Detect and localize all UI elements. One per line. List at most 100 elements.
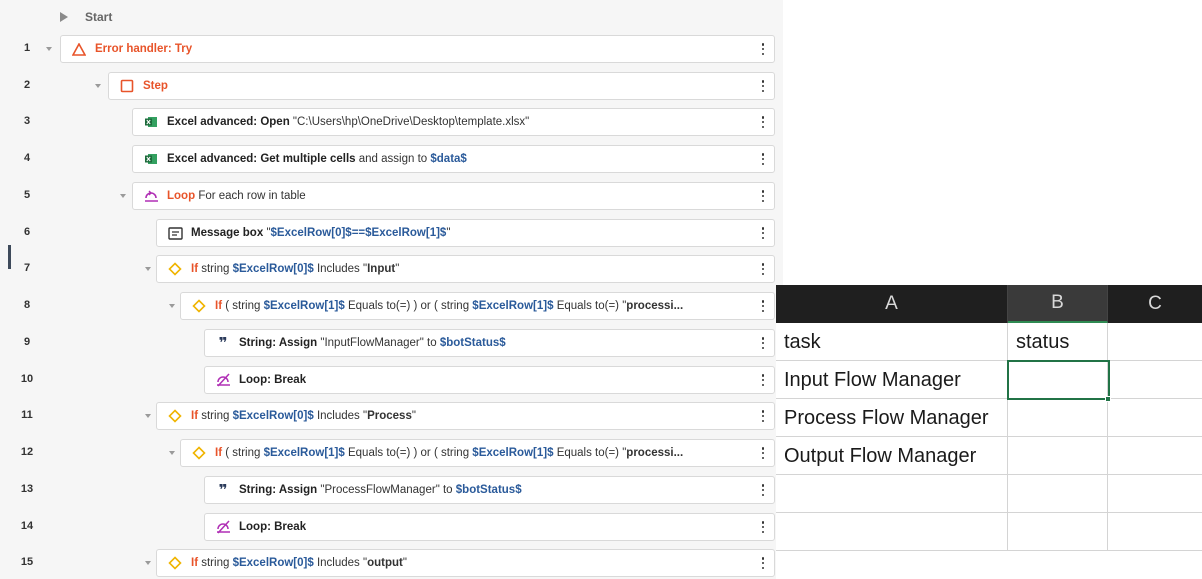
cell-b1[interactable]: status xyxy=(1008,323,1108,361)
cell-c4[interactable] xyxy=(1108,437,1202,475)
more-options-icon[interactable] xyxy=(758,445,768,461)
action-card-excel-open[interactable]: Excel advanced: Open "C:\Users\hp\OneDri… xyxy=(132,108,775,136)
action-card-if[interactable]: If ( string $ExcelRow[1]$ Equals to(=) )… xyxy=(180,292,775,320)
cell-a3[interactable]: Process Flow Manager xyxy=(776,399,1008,437)
flow-row-1[interactable]: 1 Error handler: Try xyxy=(0,35,783,63)
more-options-icon[interactable] xyxy=(758,114,768,130)
flow-row-12[interactable]: 12 If ( string $ExcelRow[1]$ Equals to(=… xyxy=(0,439,783,467)
more-options-icon[interactable] xyxy=(758,555,768,571)
literal-value: ProcessFlowManager xyxy=(324,484,436,496)
loop-break-icon xyxy=(215,372,231,388)
action-text: Includes xyxy=(316,410,360,422)
action-text: Equals to(=) ) or ( string xyxy=(347,300,470,312)
excel-spreadsheet: A B C task status Input Flow Manager Pro… xyxy=(776,285,1202,579)
more-options-icon[interactable] xyxy=(758,408,768,424)
flow-row-10[interactable]: 10 Loop: Break xyxy=(0,366,783,394)
more-options-icon[interactable] xyxy=(758,519,768,535)
action-card-excel-get-cells[interactable]: Excel advanced: Get multiple cells and a… xyxy=(132,145,775,173)
more-options-icon[interactable] xyxy=(758,151,768,167)
flow-row-14[interactable]: 14 Loop: Break xyxy=(0,513,783,541)
cell-b4[interactable] xyxy=(1008,437,1108,475)
cell-b3[interactable] xyxy=(1008,399,1108,437)
flow-row-13[interactable]: 13 ❞ String: Assign "ProcessFlowManager"… xyxy=(0,476,783,504)
cell-c5[interactable] xyxy=(1108,475,1202,513)
fill-handle[interactable] xyxy=(1105,396,1111,402)
active-cell-outline xyxy=(1007,360,1110,400)
cell-a4[interactable]: Output Flow Manager xyxy=(776,437,1008,475)
action-card-string-assign[interactable]: ❞ String: Assign "ProcessFlowManager" to… xyxy=(204,476,775,504)
column-header-a[interactable]: A xyxy=(776,285,1008,323)
cell-c2[interactable] xyxy=(1108,361,1202,399)
action-text: ( string xyxy=(225,447,261,459)
collapse-chevron-icon[interactable] xyxy=(145,561,151,565)
screenshot-root: Start 1 Error handler: Try 2 Step 3 Exce… xyxy=(0,0,1202,579)
collapse-chevron-icon[interactable] xyxy=(120,194,126,198)
flow-row-2[interactable]: 2 Step xyxy=(0,72,783,100)
action-text: For each row in table xyxy=(198,190,306,202)
line-number: 11 xyxy=(21,409,33,421)
more-options-icon[interactable] xyxy=(758,188,768,204)
more-options-icon[interactable] xyxy=(758,482,768,498)
cell-c1[interactable] xyxy=(1108,323,1202,361)
message-box-icon xyxy=(167,225,183,241)
collapse-chevron-icon[interactable] xyxy=(95,84,101,88)
action-card-error-handler[interactable]: Error handler: Try xyxy=(60,35,775,63)
more-options-icon[interactable] xyxy=(758,298,768,314)
sheet-row: Process Flow Manager xyxy=(776,399,1202,437)
play-icon xyxy=(60,12,68,22)
flow-row-6[interactable]: 6 Message box "$ExcelRow[0]$==$ExcelRow[… xyxy=(0,219,783,247)
flow-row-4[interactable]: 4 Excel advanced: Get multiple cells and… xyxy=(0,145,783,173)
collapse-chevron-icon[interactable] xyxy=(169,451,175,455)
sheet-row xyxy=(776,513,1202,551)
action-keyword: Loop: Break xyxy=(239,521,307,533)
action-card-message-box[interactable]: Message box "$ExcelRow[0]$==$ExcelRow[1]… xyxy=(156,219,775,247)
action-card-loop-break[interactable]: Loop: Break xyxy=(204,513,775,541)
line-number: 2 xyxy=(23,79,31,91)
excel-icon xyxy=(143,114,159,130)
flow-row-15[interactable]: 15 If string $ExcelRow[0]$ Includes "out… xyxy=(0,549,783,577)
action-card-if[interactable]: If string $ExcelRow[0]$ Includes "output… xyxy=(156,549,775,577)
line-number: 10 xyxy=(20,373,34,385)
more-options-icon[interactable] xyxy=(758,335,768,351)
flow-row-3[interactable]: 3 Excel advanced: Open "C:\Users\hp\OneD… xyxy=(0,108,783,136)
column-header-b[interactable]: B xyxy=(1008,285,1108,323)
action-card-if[interactable]: If ( string $ExcelRow[1]$ Equals to(=) )… xyxy=(180,439,775,467)
more-options-icon[interactable] xyxy=(758,225,768,241)
action-card-if[interactable]: If string $ExcelRow[0]$ Includes "Proces… xyxy=(156,402,775,430)
excel-icon xyxy=(143,151,159,167)
more-options-icon[interactable] xyxy=(758,372,768,388)
cell-b5[interactable] xyxy=(1008,475,1108,513)
collapse-chevron-icon[interactable] xyxy=(46,47,52,51)
cell-a6[interactable] xyxy=(776,513,1008,551)
literal-value: processi... xyxy=(626,447,684,459)
line-number: 8 xyxy=(23,299,31,311)
cell-a5[interactable] xyxy=(776,475,1008,513)
action-card-loop[interactable]: Loop For each row in table xyxy=(132,182,775,210)
collapse-chevron-icon[interactable] xyxy=(169,304,175,308)
cell-a1[interactable]: task xyxy=(776,323,1008,361)
variable-token: $ExcelRow[0]$==$ExcelRow[1]$ xyxy=(270,227,447,239)
flow-row-8[interactable]: 8 If ( string $ExcelRow[1]$ Equals to(=)… xyxy=(0,292,783,320)
cell-a2[interactable]: Input Flow Manager xyxy=(776,361,1008,399)
flow-row-11[interactable]: 11 If string $ExcelRow[0]$ Includes "Pro… xyxy=(0,402,783,430)
if-diamond-icon xyxy=(167,408,183,424)
variable-token: $data$ xyxy=(430,153,467,165)
flow-row-9[interactable]: 9 ❞ String: Assign "InputFlowManager" to… xyxy=(0,329,783,357)
start-node[interactable]: Start xyxy=(60,6,112,28)
cell-c6[interactable] xyxy=(1108,513,1202,551)
cell-b6[interactable] xyxy=(1008,513,1108,551)
more-options-icon[interactable] xyxy=(758,261,768,277)
cell-c3[interactable] xyxy=(1108,399,1202,437)
action-card-if[interactable]: If string $ExcelRow[0]$ Includes "Input" xyxy=(156,255,775,283)
column-header-bar: A B C xyxy=(776,285,1202,323)
collapse-chevron-icon[interactable] xyxy=(145,267,151,271)
flow-row-7[interactable]: 7 If string $ExcelRow[0]$ Includes "Inpu… xyxy=(0,255,783,283)
action-card-step[interactable]: Step xyxy=(108,72,775,100)
column-header-c[interactable]: C xyxy=(1108,285,1202,323)
action-card-string-assign[interactable]: ❞ String: Assign "InputFlowManager" to $… xyxy=(204,329,775,357)
more-options-icon[interactable] xyxy=(758,78,768,94)
action-card-loop-break[interactable]: Loop: Break xyxy=(204,366,775,394)
flow-row-5[interactable]: 5 Loop For each row in table xyxy=(0,182,783,210)
more-options-icon[interactable] xyxy=(758,41,768,57)
collapse-chevron-icon[interactable] xyxy=(145,414,151,418)
